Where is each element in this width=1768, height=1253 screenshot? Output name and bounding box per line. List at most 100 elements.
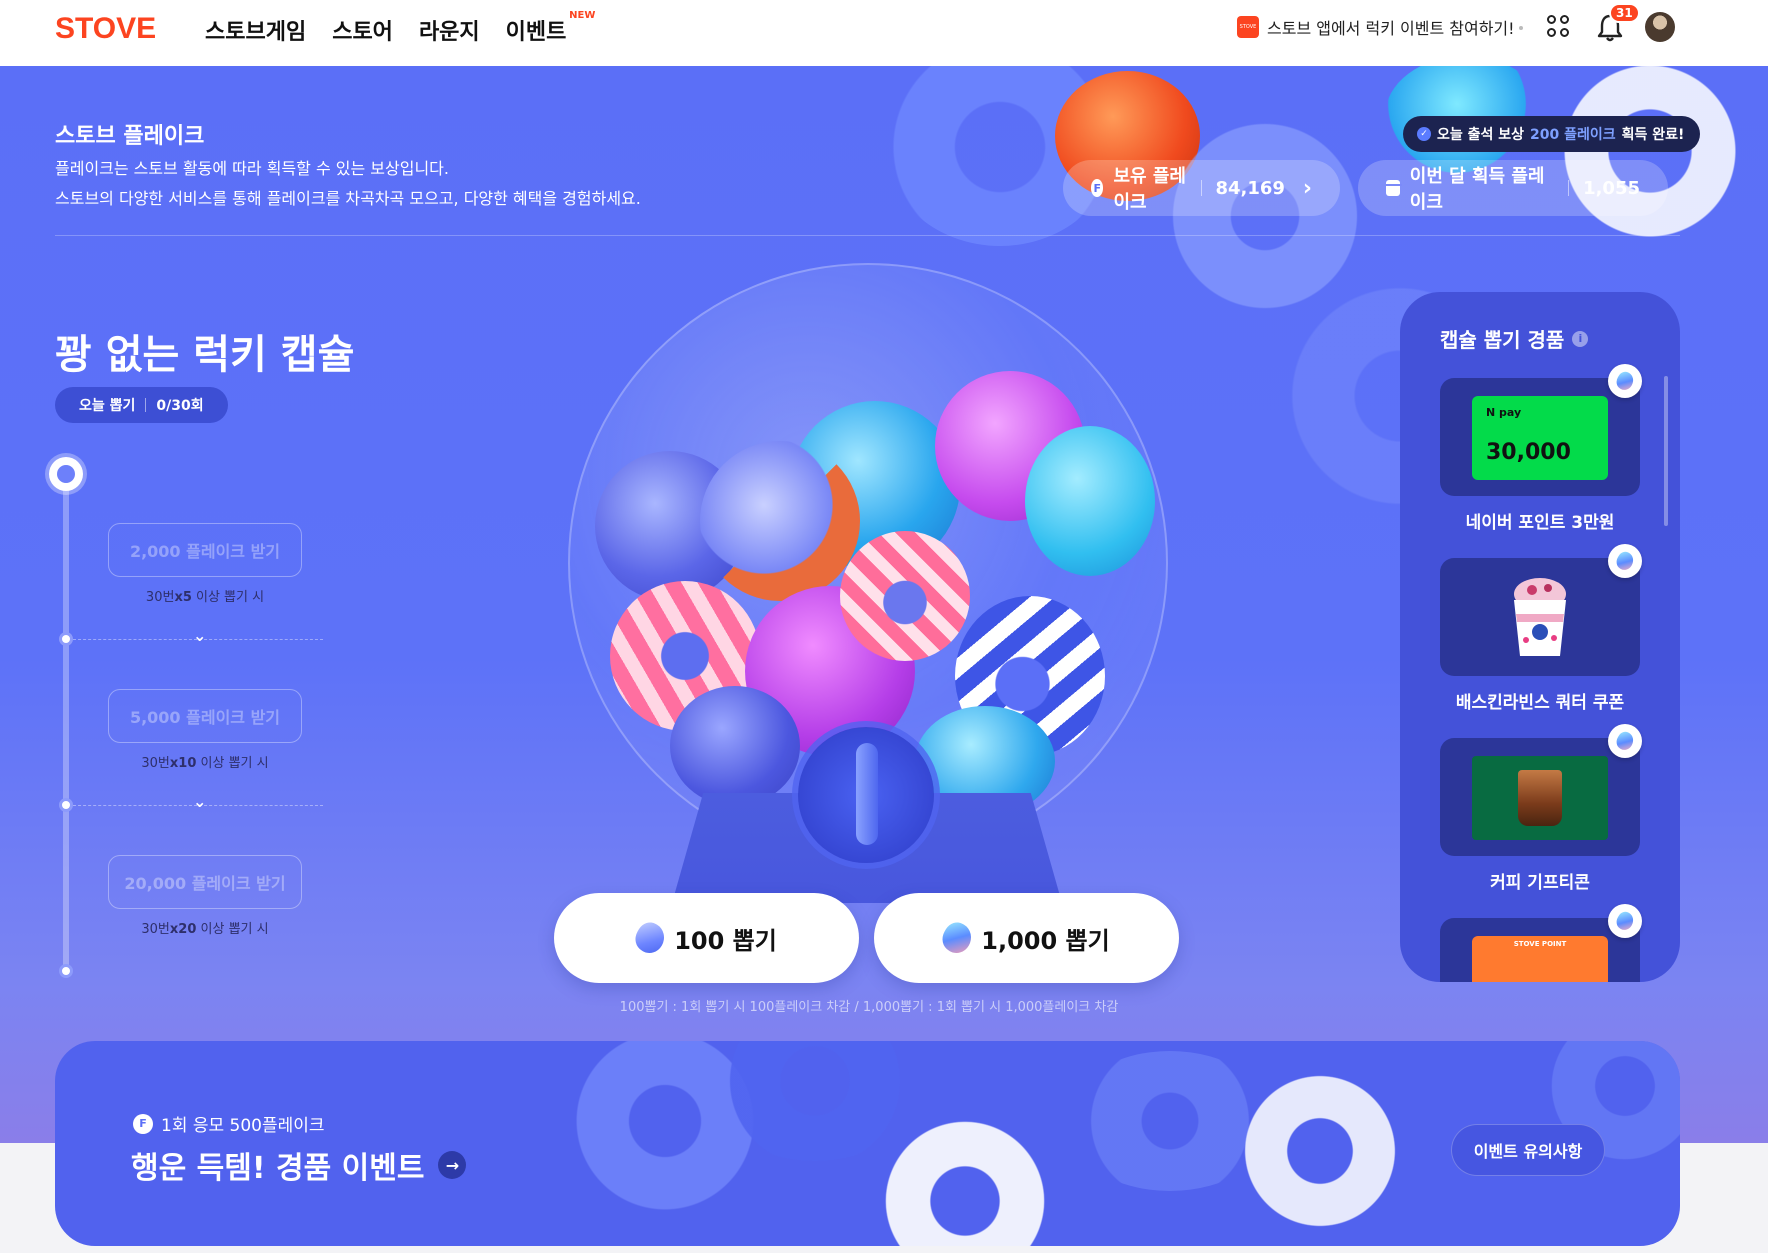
promo-text: 스토브 앱에서 럭키 이벤트 참여하기! [1267,19,1515,38]
cond-post: 이상 뽑기 시 [191,590,265,605]
calendar-icon [1386,180,1402,196]
app-promo-link[interactable]: STOVE 스토브 앱에서 럭키 이벤트 참여하기! [1237,15,1515,39]
chevron-down-icon: ⌄ [193,792,207,811]
reward-condition-2000: 30번x5 이상 뽑기 시 [108,586,302,605]
progress-track [63,478,69,974]
event-notice-button[interactable]: 이벤트 유의사항 [1451,1124,1605,1176]
nav-item-stove-games[interactable]: 스토브게임 [205,14,306,46]
prize-card-coffee[interactable] [1440,738,1640,856]
cond-pre: 30번 [141,922,170,937]
separator-dot [1519,26,1523,30]
reward-button-2000[interactable]: 2,000 플레이크 받기 [108,523,302,577]
draw-100-button[interactable]: 100 뽑기 [554,893,859,983]
attendance-suffix: 획득 완료! [1621,127,1685,143]
cond-mult: x10 [169,756,197,771]
progress-start-icon [49,457,83,491]
prize-gem-icon [1608,904,1642,938]
progress-dot-1 [59,632,73,646]
iced-coffee-image [1518,770,1562,826]
prize-title-text: 캡슐 뽑기 경품 [1440,328,1565,352]
flake-desc-line-1: 플레이크는 스토브 활동에 따라 획득할 수 있는 보상입니다. [55,159,449,178]
capsule-ball [670,686,800,806]
stove-app-icon: STOVE [1237,16,1259,38]
flake-title: 스토브 플레이크 [55,124,205,149]
attendance-prefix: 오늘 출석 보상 [1437,127,1525,143]
ice-cream-cup-image [1514,578,1566,656]
draw-1000-label: 1,000 뽑기 [981,926,1110,955]
flake-description: 플레이크는 스토브 활동에 따라 획득할 수 있는 보상입니다. 스토브의 다양… [55,154,641,214]
notification-count-badge: 31 [1609,3,1640,23]
divider [1568,180,1570,196]
cond-mult: x5 [174,590,192,605]
check-icon: ✓ [1417,127,1431,141]
prize-panel: 캡슐 뽑기 경품 i N pay 30,000 네이버 포인트 3만원 배스킨라… [1400,292,1680,982]
daily-draw-value: 0/30회 [156,398,204,414]
draw-100-label: 100 뽑기 [674,926,777,955]
deco-ring-striped [1235,1061,1405,1241]
hero-divider [55,235,1680,236]
cond-post: 이상 뽑기 시 [196,756,269,771]
flake-gem-icon [630,918,670,958]
prize-label-baskin: 배스킨라빈스 쿼터 쿠폰 [1455,693,1625,713]
cond-mult: x20 [169,922,197,937]
reward-button-20000[interactable]: 20,000 플레이크 받기 [108,855,302,909]
stove-point-card: STOVE POINT [1472,936,1608,982]
chevron-right-icon: › [1302,175,1312,201]
prize-gem-icon [1608,724,1642,758]
stove-logo[interactable]: STOVE [55,12,156,46]
event-title-text: 행운 득템! 경품 이벤트 [131,1151,425,1186]
arrow-right-icon: → [438,1151,467,1179]
naver-pay-card: N pay 30,000 [1472,396,1608,480]
owned-flake-value: 84,169 [1215,177,1285,199]
new-badge: NEW [569,10,596,21]
chevron-down-icon: ⌄ [193,626,207,645]
prize-gem-icon [1608,544,1642,578]
prize-card-baskin[interactable] [1440,558,1640,676]
capsule-ball [700,441,860,601]
nav-item-event-label: 이벤트 [505,20,567,45]
prize-label-coffee: 커피 기프티콘 [1490,873,1590,893]
event-banner[interactable]: F 1회 응모 500플레이크 행운 득템! 경품 이벤트 → 이벤트 유의사항 [55,1041,1680,1246]
cond-pre: 30번 [141,756,170,771]
nav-item-event[interactable]: 이벤트 NEW [505,10,596,46]
info-icon[interactable]: i [1572,330,1589,347]
apps-grid-icon[interactable] [1547,15,1571,39]
monthly-flake-label: 이번 달 획득 플레이크 [1409,166,1545,213]
event-subtitle: F 1회 응모 500플레이크 [133,1111,325,1136]
naver-pay-logo: N pay [1486,406,1522,419]
flake-gem-rainbow-icon [937,918,977,958]
attendance-amount: 200 플레이크 [1530,127,1616,143]
monthly-flake-value: 1,055 [1583,177,1640,199]
reward-button-5000[interactable]: 5,000 플레이크 받기 [108,689,302,743]
main-menu: 스토브게임 스토어 라운지 이벤트 NEW [205,10,596,46]
capsule-ball [840,531,970,661]
stove-point-text: STOVE POINT [1513,940,1567,948]
attendance-complete-badge: ✓ 오늘 출석 보상 200 플레이크 획득 완료! [1403,116,1701,152]
draw-cost-note: 100뽑기 : 1회 뽑기 시 100플레이크 차감 / 1,000뽑기 : 1… [619,1000,1119,1015]
prize-scrollbar[interactable] [1664,376,1668,526]
user-avatar[interactable] [1645,12,1675,42]
top-navigation: STOVE 스토브게임 스토어 라운지 이벤트 NEW STOVE 스토브 앱에… [0,0,1768,66]
draw-1000-button[interactable]: 1,000 뽑기 [874,893,1179,983]
prize-label-naver: 네이버 포인트 3만원 [1465,513,1615,533]
event-title[interactable]: 행운 득템! 경품 이벤트 → [131,1143,467,1187]
daily-draw-count: 오늘 뽑기 0/30회 [55,387,228,423]
flake-icon: F [133,1113,153,1134]
reward-condition-5000: 30번x10 이상 뽑기 시 [108,752,302,771]
nav-item-store[interactable]: 스토어 [332,14,393,46]
divider [1200,180,1202,196]
cond-pre: 30번 [145,590,175,605]
progress-dot-2 [59,798,73,812]
prize-card-naver[interactable]: N pay 30,000 [1440,378,1640,496]
nav-item-lounge[interactable]: 라운지 [419,14,480,46]
capsule-ball [1025,426,1155,576]
owned-flake-button[interactable]: F 보유 플레이크 84,169 › [1063,160,1340,216]
event-sub-text: 1회 응모 500플레이크 [161,1116,325,1136]
capsule-title: 꽝 없는 럭키 캡슐 [55,332,355,378]
reward-condition-20000: 30번x20 이상 뽑기 시 [108,918,302,937]
prize-panel-title: 캡슐 뽑기 경품 i [1440,324,1589,353]
machine-knob-handle [856,743,878,845]
progress-dot-3 [59,964,73,978]
owned-flake-label: 보유 플레이크 [1113,166,1186,213]
monthly-flake-pill: 이번 달 획득 플레이크 1,055 [1358,160,1668,216]
